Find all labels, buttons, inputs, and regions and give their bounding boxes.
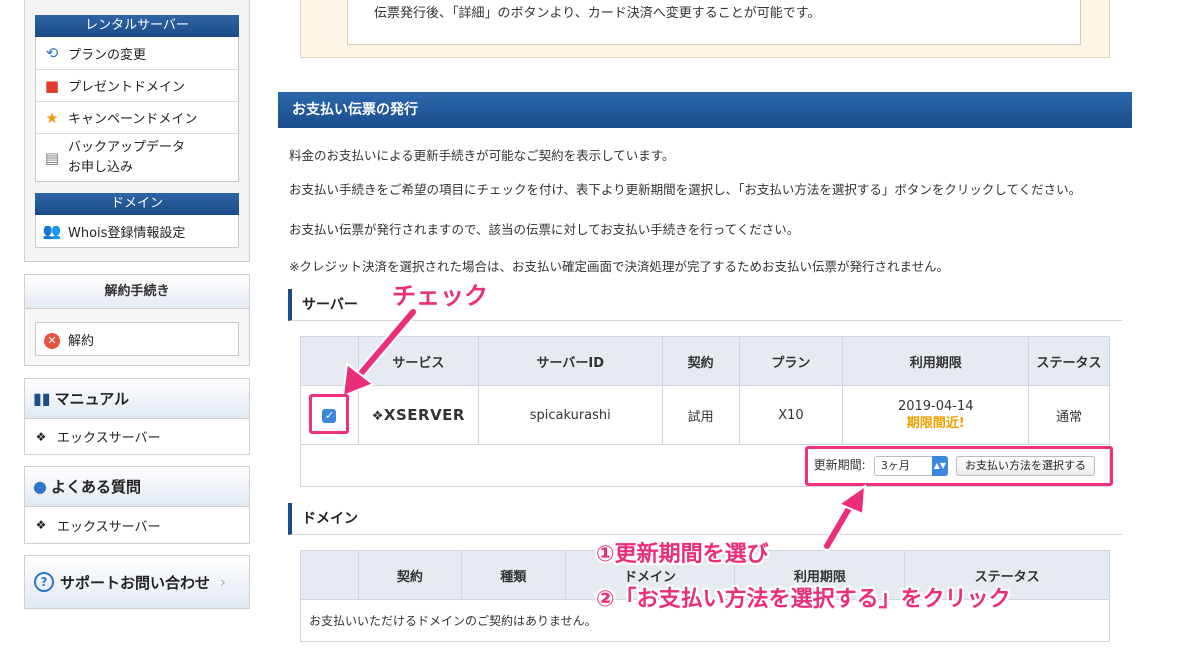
- intro-paragraph-2: お支払い手続きをご希望の項目にチェックを付け、表下より更新期間を選択し、「お支払…: [289, 182, 1082, 197]
- annotation-step2-label: ②「お支払い方法を選択する」をクリック: [596, 587, 1011, 612]
- xserver-logo: ❖XSERVER: [372, 406, 465, 424]
- expiry-cell: 2019-04-14 期限間近!: [842, 385, 1030, 445]
- sidebar-domain-header: ドメイン: [35, 193, 239, 215]
- sidebar-item-present-domain[interactable]: ■ プレゼントドメイン: [36, 69, 238, 101]
- col-expiry: 利用期限: [842, 336, 1030, 386]
- col-contract: 契約: [357, 550, 462, 600]
- speech-bubble-icon: ●: [33, 477, 47, 496]
- sidebar-item-label-2: お申し込み: [68, 159, 134, 175]
- sidebar-manual-header: ▮▮ マニュアル: [25, 379, 249, 419]
- sidebar-cancel-list: ✕ 解約: [35, 322, 239, 356]
- notice-inner: 伝票発行後、「詳細」のボタンより、カード決済へ変更することが可能です。: [347, 0, 1081, 45]
- chevron-right-icon: ›: [220, 573, 227, 591]
- server-id-cell: spicakurashi: [477, 385, 663, 445]
- sidebar-support-title: サポートお問い合わせ: [60, 573, 211, 592]
- sidebar-faq-title: よくある質問: [50, 478, 141, 496]
- annotation-arrow-period: [822, 484, 867, 551]
- sidebar-support-row: ? サポートお問い合わせ ›: [25, 556, 249, 608]
- col-type: 種類: [460, 550, 566, 600]
- book-icon: ▮▮: [33, 389, 51, 408]
- col-server-id: サーバーID: [477, 336, 663, 386]
- sidebar-item-label: Whois登録情報設定: [68, 225, 186, 241]
- sidebar-item-faq-xserver[interactable]: ❖ エックスサーバー: [25, 507, 249, 543]
- domain-section-heading: ドメイン: [288, 503, 1122, 535]
- sidebar-support-link[interactable]: ? サポートお問い合わせ ›: [24, 555, 250, 609]
- sidebar-item-label: エックスサーバー: [57, 519, 161, 535]
- sidebar-rental-header: レンタルサーバー: [35, 15, 239, 37]
- col-check: [300, 550, 359, 600]
- intro-paragraph-3: お支払い伝票が発行されますので、該当の伝票に対してお支払い手続きを行ってください…: [289, 222, 800, 237]
- server-icon: ▤: [44, 148, 60, 167]
- users-icon: 👥: [42, 222, 62, 240]
- contract-cell: 試用: [661, 385, 740, 445]
- sidebar-item-plan-change[interactable]: ⟲ プランの変更: [36, 37, 238, 69]
- col-contract: 契約: [661, 336, 740, 386]
- annotation-step1-label: ①更新期間を選び: [596, 542, 769, 567]
- section-title: お支払い伝票の発行: [278, 92, 1132, 128]
- sidebar-item-campaign-domain[interactable]: ★ キャンペーンドメイン: [36, 101, 238, 133]
- sidebar-item-label: キャンペーンドメイン: [68, 112, 198, 127]
- cancel-x-icon: ✕: [42, 330, 62, 349]
- sidebar-menu-panel: レンタルサーバー ⟲ プランの変更 ■ プレゼントドメイン ★ キャンペーンドメ…: [24, 0, 250, 262]
- expiry-warning-badge: 期限間近!: [906, 416, 965, 431]
- sidebar-item-label: エックスサーバー: [57, 431, 161, 446]
- notice-box: 伝票発行後、「詳細」のボタンより、カード決済へ変更することが可能です。: [300, 0, 1110, 58]
- notice-text: 伝票発行後、「詳細」のボタンより、カード決済へ変更することが可能です。: [374, 6, 821, 21]
- expiry-date: 2019-04-14: [897, 399, 974, 414]
- annotation-arrow-check: [341, 307, 418, 398]
- sidebar-item-label: バックアップデータ: [68, 139, 186, 155]
- star-icon: ★: [45, 108, 59, 127]
- sidebar-cancel-header: 解約手続き: [25, 275, 249, 309]
- xserver-diamond-icon: ❖: [371, 409, 384, 424]
- sidebar-domain-list: 👥 Whois登録情報設定: [35, 215, 239, 248]
- refresh-arrows-icon: ⟲: [45, 44, 59, 62]
- sidebar-manual-title: マニュアル: [54, 390, 130, 408]
- sidebar-item-backup[interactable]: ▤ バックアップデータ お申し込み: [36, 133, 238, 181]
- sidebar-item-label-wrap: バックアップデータ お申し込み: [68, 138, 185, 178]
- xserver-logo-text: XSERVER: [383, 406, 465, 424]
- sidebar-manual-panel: ▮▮ マニュアル ❖ エックスサーバー: [24, 378, 250, 455]
- intro-paragraph-1: 料金のお支払いによる更新手続きが可能なご契約を表示しています。: [289, 148, 675, 163]
- annotation-period-highlight: [805, 446, 1113, 486]
- status-cell: 通常: [1028, 385, 1110, 445]
- sidebar-item-cancel[interactable]: ✕ 解約: [36, 323, 238, 355]
- sidebar-faq-header: ● よくある質問: [25, 467, 249, 507]
- gift-icon: ■: [44, 76, 60, 95]
- sidebar-cancel-panel: 解約手続き ✕ 解約: [24, 274, 250, 366]
- plan-cell: X10: [738, 385, 844, 445]
- annotation-checkbox-highlight: [309, 394, 349, 434]
- sidebar-item-whois[interactable]: 👥 Whois登録情報設定: [36, 215, 238, 247]
- sidebar-rental-list: ⟲ プランの変更 ■ プレゼントドメイン ★ キャンペーンドメイン ▤ バックア…: [35, 37, 239, 182]
- col-plan: プラン: [738, 336, 844, 386]
- intro-paragraph-4: ※クレジット決済を選択された場合は、お支払い確定画面で決済処理が完了するためお支…: [289, 259, 950, 274]
- question-circle-icon: ?: [34, 572, 54, 592]
- col-status: ステータス: [1028, 336, 1110, 386]
- sidebar-item-label: プレゼントドメイン: [68, 80, 186, 95]
- sidebar-item-label: 解約: [68, 333, 95, 349]
- sidebar-item-label: プランの変更: [68, 47, 147, 63]
- sidebar-item-manual-xserver[interactable]: ❖ エックスサーバー: [25, 419, 249, 454]
- xserver-diamond-icon: ❖: [35, 429, 47, 444]
- sidebar-faq-panel: ● よくある質問 ❖ エックスサーバー: [24, 466, 250, 544]
- xserver-diamond-icon: ❖: [35, 518, 47, 532]
